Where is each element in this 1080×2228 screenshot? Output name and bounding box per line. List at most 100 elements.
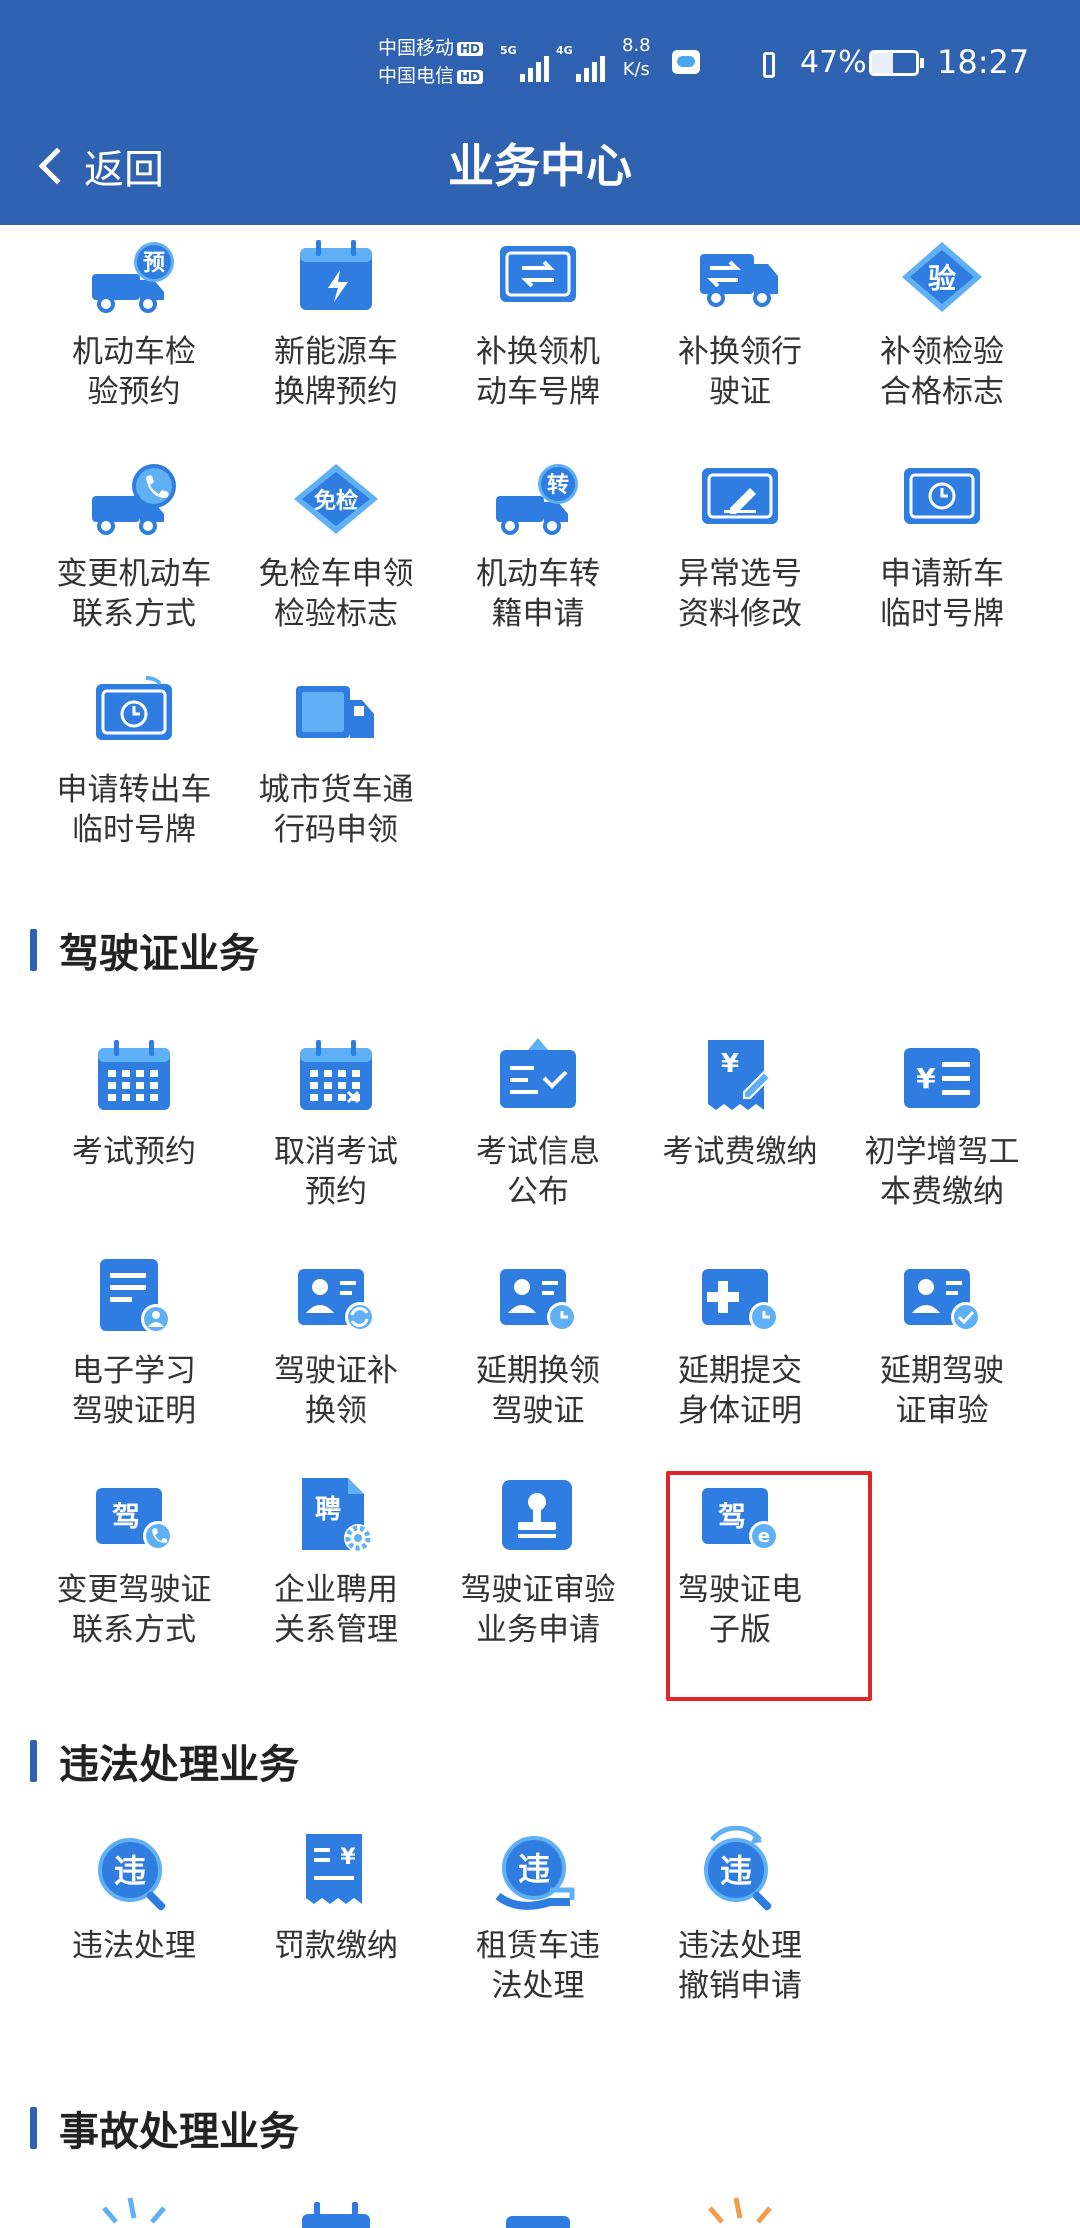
signal-5g-icon: 5G <box>500 44 549 82</box>
svg-text:免检: 免检 <box>314 488 358 514</box>
highlight-box <box>666 1471 872 1701</box>
service-label: 城市货车通 行码申领 <box>258 772 414 848</box>
hd-badge: HD <box>457 69 484 84</box>
svg-text:违: 违 <box>720 1852 752 1890</box>
license-delay-icon <box>500 1269 577 1332</box>
service-label: 变更驾驶证 联系方式 <box>56 1572 212 1648</box>
service-label: 电子学习 驾驶证明 <box>72 1353 196 1429</box>
service-label: 补换领机 动车号牌 <box>476 334 600 410</box>
hd-badge: HD <box>457 41 484 56</box>
section-title-accident: 事故处理业务 <box>30 2103 299 2155</box>
inspection-diamond-icon: 验 <box>902 242 982 312</box>
violation-revoke-icon: 违 <box>704 1826 772 1911</box>
service-label: 驾驶证补 换领 <box>274 1353 398 1429</box>
section-accent-bar <box>30 1740 37 1782</box>
svg-text:转: 转 <box>547 472 569 498</box>
back-button[interactable]: 返回 <box>30 136 164 196</box>
service-label: 违法处理 撤销申请 <box>678 1928 802 2004</box>
section-title-license: 驾驶证业务 <box>30 925 259 977</box>
service-label: 违法处理 <box>72 1928 196 1964</box>
chevron-left-icon <box>38 147 76 185</box>
service-label: 补换领行 驶证 <box>678 334 802 410</box>
employment-gear-icon: 聘 <box>302 1478 372 1552</box>
svg-text:¥: ¥ <box>340 1845 356 1870</box>
service-label: 考试费缴纳 <box>662 1134 818 1170</box>
service-label: 驾驶证审验 业务申请 <box>460 1572 616 1648</box>
freight-truck-icon <box>296 686 374 738</box>
accident-burst-icon <box>102 2197 166 2224</box>
service-label: 新能源车 换牌预约 <box>274 334 398 410</box>
cancel-calendar-icon <box>300 1040 372 1110</box>
service-label: 补领检验 合格标志 <box>880 334 1004 410</box>
temp-plate-clock-icon <box>904 468 980 524</box>
svg-text:聘: 聘 <box>315 1495 341 1525</box>
vibrate-icon <box>763 52 775 78</box>
truck-phone-icon <box>92 464 176 535</box>
fine-receipt-icon: ¥ <box>306 1834 362 1904</box>
accident-alert-icon <box>708 2197 772 2224</box>
service-label: 初学增驾工 本费缴纳 <box>864 1134 1020 1210</box>
exempt-diamond-icon: 免检 <box>294 464 378 534</box>
svg-text:¥: ¥ <box>721 1049 739 1079</box>
calendar-bolt-icon <box>300 240 372 310</box>
fee-receipt-icon: ¥ <box>708 1040 772 1110</box>
medical-delay-icon <box>702 1269 779 1332</box>
svg-text:预: 预 <box>143 251 165 276</box>
carrier-1: 中国移动 <box>378 37 455 59</box>
service-label: 取消考试 预约 <box>274 1134 398 1210</box>
study-document-icon <box>100 1259 171 1334</box>
service-label: 机动车检 验预约 <box>72 334 196 410</box>
notice-board-icon <box>500 1038 576 1108</box>
service-label: 申请新车 临时号牌 <box>880 556 1004 632</box>
carrier-info: 中国移动 HD 中国电信 HD <box>378 34 484 90</box>
service-label: 租赁车违 法处理 <box>476 1928 600 2004</box>
yuan-list-icon: ¥ <box>904 1048 980 1108</box>
svg-text:违: 违 <box>518 1850 550 1888</box>
violation-search-icon: 违 <box>98 1838 166 1911</box>
rental-violation-icon: 违 <box>495 1836 575 1910</box>
license-verify-icon <box>904 1269 981 1332</box>
license-phone-icon: 驾 <box>96 1488 173 1551</box>
signal-4g-icon: 4G <box>556 44 605 82</box>
clock: 18:27 <box>937 43 1030 81</box>
truck-booking-icon: 预 <box>92 242 174 313</box>
battery-icon <box>869 50 919 76</box>
battery-cap <box>920 58 924 68</box>
svg-text:驾: 驾 <box>112 1500 140 1533</box>
battery-percent: 47% <box>800 45 867 80</box>
svg-text:违: 违 <box>114 1852 146 1890</box>
network-speed: 8.8 K/s <box>622 35 651 80</box>
service-label: 罚款缴纳 <box>274 1928 398 1964</box>
service-label: 考试信息 公布 <box>476 1134 600 1210</box>
section-title-violation: 违法处理业务 <box>30 1736 299 1788</box>
accident-calendar-icon <box>302 2202 370 2228</box>
plate-swap-icon <box>500 246 576 302</box>
back-label: 返回 <box>84 147 164 193</box>
truck-transfer-icon: 转 <box>496 464 578 535</box>
service-label: 变更机动车 联系方式 <box>56 556 212 632</box>
cloud-icon <box>672 50 700 74</box>
service-label: 免检车申领 检验标志 <box>258 556 414 632</box>
svg-text:验: 验 <box>928 262 956 295</box>
license-swap-icon <box>700 254 778 307</box>
section-accent-bar <box>30 2107 37 2149</box>
stamp-icon <box>502 1480 572 1550</box>
license-renew-icon <box>298 1269 375 1332</box>
status-bar: 中国移动 HD 中国电信 HD 5G 4G 8.8 K/s 47% 18:27 <box>0 30 1080 100</box>
exam-calendar-icon <box>98 1040 170 1110</box>
app-header: 中国移动 HD 中国电信 HD 5G 4G 8.8 K/s 47% 18:27 业务… <box>0 0 1080 225</box>
svg-text:¥: ¥ <box>916 1062 936 1095</box>
service-label: 延期换领 驾驶证 <box>476 1353 600 1429</box>
service-label: 机动车转 籍申请 <box>476 556 600 632</box>
edit-card-icon <box>702 468 778 524</box>
service-label: 异常选号 资料修改 <box>678 556 802 632</box>
service-label: 考试预约 <box>72 1134 196 1170</box>
temp-plate-out-icon <box>96 676 172 740</box>
service-label: 企业聘用 关系管理 <box>274 1572 398 1648</box>
carrier-2: 中国电信 <box>378 65 455 87</box>
service-label: 申请转出车 临时号牌 <box>56 772 212 848</box>
accident-card-icon <box>506 2216 570 2228</box>
service-label: 延期提交 身体证明 <box>678 1353 802 1429</box>
service-label: 延期驾驶 证审验 <box>880 1353 1004 1429</box>
section-accent-bar <box>30 929 37 971</box>
